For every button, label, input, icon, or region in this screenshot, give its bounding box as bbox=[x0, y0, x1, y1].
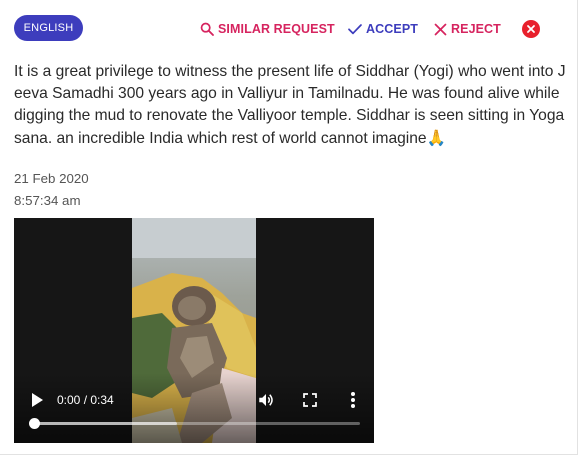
more-vert-icon[interactable] bbox=[350, 391, 356, 409]
volume-icon[interactable] bbox=[257, 391, 275, 409]
reject-button[interactable]: REJECT bbox=[433, 20, 501, 38]
video-buffered-bar bbox=[34, 422, 178, 425]
similar-request-button[interactable]: SIMILAR REQUEST bbox=[199, 20, 335, 38]
message-card: ENGLISH SIMILAR REQUEST ACCEPT REJECT It… bbox=[0, 0, 578, 455]
search-icon bbox=[200, 22, 214, 36]
video-scrub-handle[interactable] bbox=[29, 418, 40, 429]
video-progress-track[interactable] bbox=[29, 418, 360, 429]
language-chip[interactable]: ENGLISH bbox=[14, 15, 83, 41]
accept-button[interactable]: ACCEPT bbox=[347, 20, 418, 38]
dismiss-button[interactable] bbox=[522, 20, 540, 38]
video-time: 0:00 / 0:34 bbox=[57, 393, 114, 407]
message-date: 21 Feb 2020 bbox=[14, 171, 89, 186]
video-controls bbox=[14, 373, 374, 443]
fullscreen-icon[interactable] bbox=[302, 392, 318, 408]
check-icon bbox=[348, 24, 362, 35]
play-icon[interactable] bbox=[30, 392, 44, 408]
message-time: 8:57:34 am bbox=[14, 193, 81, 208]
close-circle-icon bbox=[527, 25, 535, 33]
similar-request-label: SIMILAR REQUEST bbox=[218, 22, 335, 36]
close-icon bbox=[434, 23, 447, 35]
reject-label: REJECT bbox=[451, 22, 501, 36]
video-player[interactable]: 0:00 / 0:34 bbox=[14, 218, 374, 443]
message-text: It is a great privilege to witness the p… bbox=[14, 63, 566, 147]
accept-label: ACCEPT bbox=[366, 22, 418, 36]
